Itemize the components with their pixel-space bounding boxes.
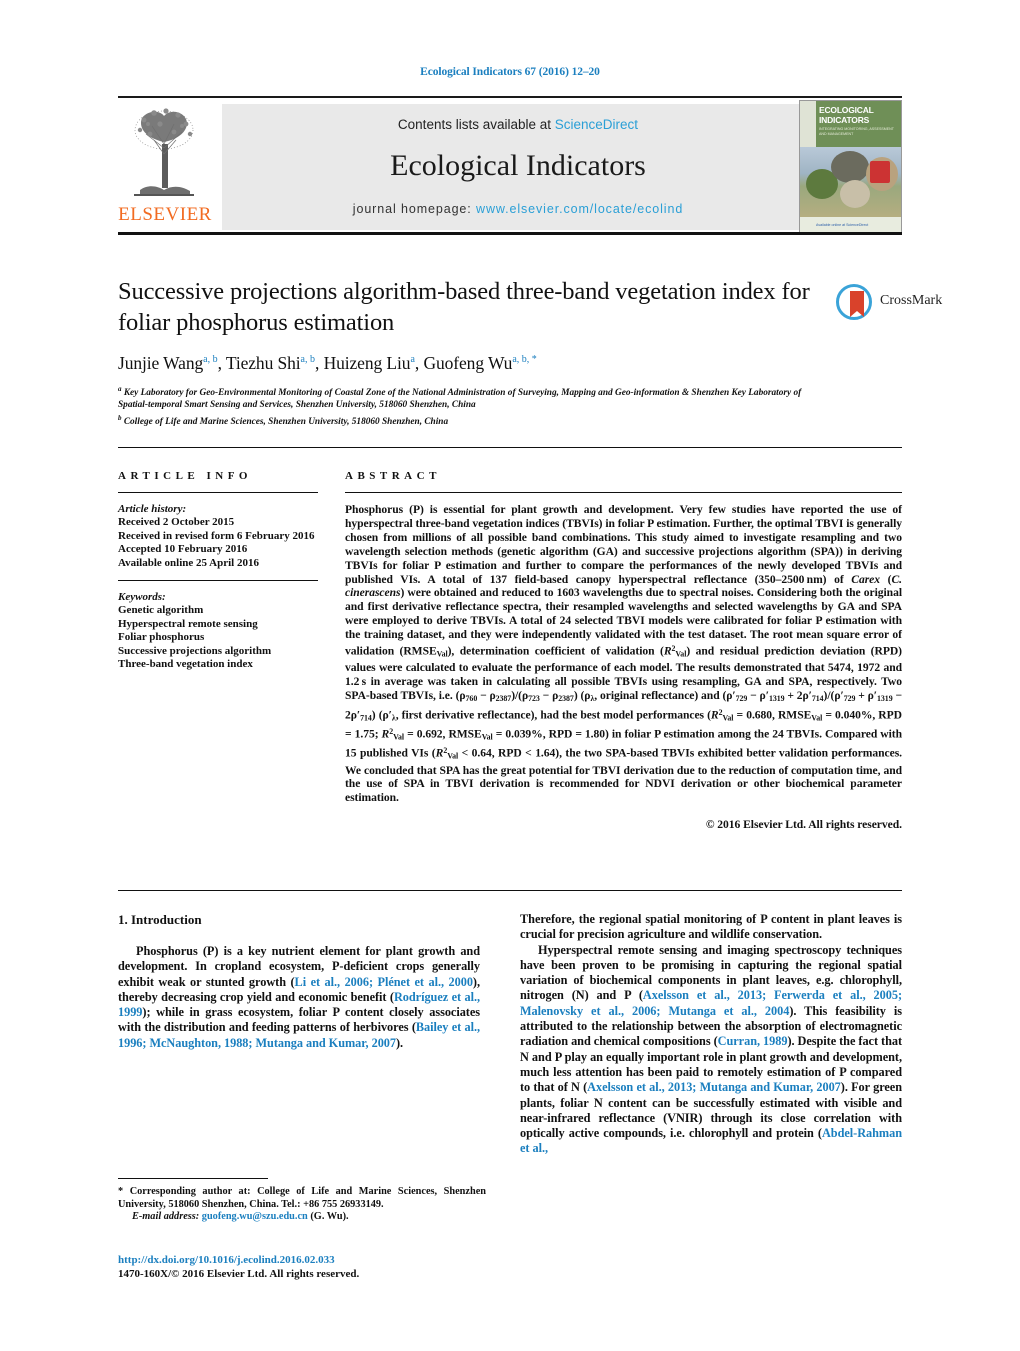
body-column-left: 1. Introduction Phosphorus (P) is a key … — [118, 912, 480, 1051]
affiliation-text: College of Life and Marine Sciences, She… — [123, 416, 449, 427]
email-link[interactable]: guofeng.wu@szu.edu.cn — [202, 1211, 308, 1222]
author-item: Tiezhu Shia, b — [226, 353, 315, 373]
author-item: Guofeng Wua, b, * — [423, 353, 536, 373]
email-owner: (G. Wu). — [310, 1211, 349, 1223]
cover-subtitle: INTEGRATING MONITORING, ASSESSMENT AND M… — [819, 127, 894, 136]
section-heading-introduction: 1. Introduction — [118, 912, 202, 927]
paragraph: Phosphorus (P) is a key nutrient element… — [118, 944, 480, 1050]
journal-cover-thumbnail: ECOLOGICAL INDICATORS INTEGRATING MONITO… — [799, 100, 902, 233]
affiliation-item: a Key Laboratory for Geo-Environmental M… — [118, 383, 818, 412]
cover-photo-collage — [800, 147, 901, 217]
corresponding-marker: * — [118, 1186, 124, 1197]
footnote-block: * Corresponding author at: College of Li… — [118, 1186, 486, 1224]
history-item: Received 2 October 2015 — [118, 516, 235, 529]
contents-line: Contents lists available at ScienceDirec… — [222, 117, 814, 132]
cover-title-line2: INDICATORS — [819, 114, 870, 125]
paragraph: Hyperspectral remote sensing and imaging… — [520, 942, 903, 1156]
keyword-item: Foliar phosphorus — [118, 631, 205, 644]
corresponding-author-note: * Corresponding author at: College of Li… — [118, 1186, 486, 1211]
article-info-heading: ARTICLE INFO — [118, 470, 252, 482]
issn-copyright: 1470-160X/© 2016 Elsevier Ltd. All right… — [118, 1268, 360, 1280]
doi-link[interactable]: http://dx.doi.org/10.1016/j.ecolind.2016… — [118, 1253, 518, 1267]
affiliation-mark: b — [118, 413, 122, 422]
article-info-rule — [118, 492, 318, 493]
body-column-right: Therefore, the regional spatial monitori… — [520, 912, 902, 1157]
author-item: Junjie Wanga, b — [118, 353, 218, 373]
page-title: Successive projections algorithm-based t… — [118, 278, 810, 336]
keywords-heading: Keywords: — [118, 591, 166, 604]
cover-blob-rock — [831, 151, 869, 183]
cover-publisher-strip — [800, 101, 816, 147]
keyword-list: Keywords: Genetic algorithm Hyperspectra… — [118, 591, 318, 671]
keyword-item: Hyperspectral remote sensing — [118, 617, 258, 630]
corresponding-text: Corresponding author at: College of Life… — [118, 1186, 486, 1210]
abstract-body: Phosphorus (P) is essential for plant gr… — [345, 503, 902, 832]
introduction-text-left: Phosphorus (P) is a key nutrient element… — [118, 944, 480, 1051]
author-name: Guofeng Wu — [423, 353, 513, 373]
running-head: Ecological Indicators 67 (2016) 12–20 — [420, 66, 600, 78]
elsevier-wordmark: ELSEVIER — [118, 204, 212, 225]
journal-masthead: ELSEVIER Contents lists available at Sci… — [118, 96, 902, 233]
article-history: Article history: Received 2 October 2015… — [118, 503, 318, 570]
author-affil-marks: a, b, * — [512, 354, 537, 366]
article-history-heading: Article history: — [118, 503, 187, 515]
author-item: Huizeng Liua — [324, 353, 415, 373]
author-name: Junjie Wang — [118, 353, 204, 373]
sciencedirect-link[interactable]: ScienceDirect — [555, 117, 638, 132]
email-label: E-mail address: — [132, 1211, 200, 1223]
title-block: Successive projections algorithm-based t… — [118, 276, 818, 428]
crossmark-badge[interactable]: CrossMark — [836, 284, 942, 324]
cover-blob-soil — [840, 180, 870, 208]
crossmark-icon — [836, 284, 872, 320]
doi-block: http://dx.doi.org/10.1016/j.ecolind.2016… — [118, 1253, 518, 1281]
abstract-paragraph: Phosphorus (P) is essential for plant gr… — [345, 503, 903, 805]
affiliation-list: a Key Laboratory for Geo-Environmental M… — [118, 383, 818, 428]
paragraph: Therefore, the regional spatial monitori… — [520, 912, 902, 942]
history-item: Accepted 10 February 2016 — [118, 543, 248, 556]
author-affil-marks: a, b — [203, 354, 218, 366]
abstract-rule — [345, 492, 902, 493]
cover-footer-text: Available online at ScienceDirect — [816, 223, 869, 228]
affiliation-text: Key Laboratory for Geo-Environmental Mon… — [118, 388, 802, 411]
copyright-line: © 2016 Elsevier Ltd. All rights reserved… — [705, 818, 902, 832]
journal-homepage-line: journal homepage: www.elsevier.com/locat… — [222, 202, 814, 216]
author-name: Tiezhu Shi — [225, 353, 301, 373]
journal-article-page: Ecological Indicators 67 (2016) 12–20 EL… — [0, 0, 1020, 1351]
history-item: Available online 25 April 2016 — [118, 556, 259, 569]
author-affil-marks: a — [410, 354, 415, 366]
crossmark-bookmark-shape — [850, 291, 864, 317]
author-name: Huizeng Liu — [323, 353, 411, 373]
contents-label: Contents lists available at — [397, 117, 552, 132]
crossmark-label: CrossMark — [880, 293, 943, 308]
keyword-item: Three-band vegetation index — [118, 658, 253, 671]
abstract-column: ABSTRACT Phosphorus (P) is essential for… — [345, 470, 902, 832]
journal-banner: Contents lists available at ScienceDirec… — [222, 104, 814, 230]
info-abstract-divider — [118, 447, 902, 448]
homepage-url-link[interactable]: www.elsevier.com/locate/ecolind — [476, 202, 683, 216]
title-divider — [118, 232, 902, 235]
homepage-label: journal homepage: — [352, 202, 472, 216]
article-info-column: ARTICLE INFO Article history: Received 2… — [118, 470, 318, 671]
cover-title-line1: ECOLOGICAL — [819, 105, 874, 115]
introduction-text-right: Therefore, the regional spatial monitori… — [520, 912, 902, 1157]
email-note: E-mail address: guofeng.wu@szu.edu.cn (G… — [118, 1211, 486, 1224]
affiliation-item: b College of Life and Marine Sciences, S… — [118, 412, 818, 428]
journal-title: Ecological Indicators — [390, 149, 646, 182]
keyword-item: Genetic algorithm — [118, 604, 204, 617]
keywords-rule — [118, 580, 318, 582]
abstract-heading: ABSTRACT — [345, 470, 441, 482]
history-item: Received in revised form 6 February 2016 — [118, 529, 315, 542]
elsevier-logo: ELSEVIER — [118, 104, 212, 230]
footnote-divider — [118, 1178, 268, 1179]
affiliation-mark: a — [118, 385, 122, 393]
author-list: Junjie Wanga, b, Tiezhu Shia, b, Huizeng… — [118, 353, 537, 373]
cover-blob-marker — [870, 161, 890, 183]
cover-title: ECOLOGICAL INDICATORS — [819, 105, 874, 125]
body-divider — [118, 890, 902, 891]
elsevier-tree-icon — [134, 108, 194, 196]
keyword-item: Successive projections algorithm — [118, 644, 272, 657]
author-affil-marks: a, b — [300, 354, 315, 366]
